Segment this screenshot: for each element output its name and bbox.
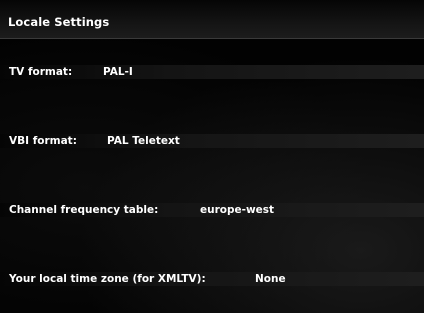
title-bar: Locale Settings xyxy=(0,0,424,39)
vbi-format-selector[interactable]: PAL Teletext xyxy=(107,134,180,148)
time-zone-label: Your local time zone (for XMLTV): xyxy=(9,273,206,285)
channel-frequency-table-selector[interactable]: europe-west xyxy=(200,203,274,217)
tv-format-selector[interactable]: PAL-I xyxy=(103,65,133,79)
page-title: Locale Settings xyxy=(8,15,110,29)
vbi-format-label: VBI format: xyxy=(9,135,77,147)
channel-frequency-table-setting[interactable]: Channel frequency table: europe-west xyxy=(0,203,424,217)
tv-format-label: TV format: xyxy=(9,66,73,78)
time-zone-setting[interactable]: Your local time zone (for XMLTV): None xyxy=(0,272,424,286)
settings-screen: Locale Settings TV format: PAL-I VBI for… xyxy=(0,0,424,313)
time-zone-selector[interactable]: None xyxy=(255,272,286,286)
tv-format-setting[interactable]: TV format: PAL-I xyxy=(0,65,424,79)
vbi-format-setting[interactable]: VBI format: PAL Teletext xyxy=(0,134,424,148)
channel-frequency-table-label: Channel frequency table: xyxy=(9,204,159,216)
